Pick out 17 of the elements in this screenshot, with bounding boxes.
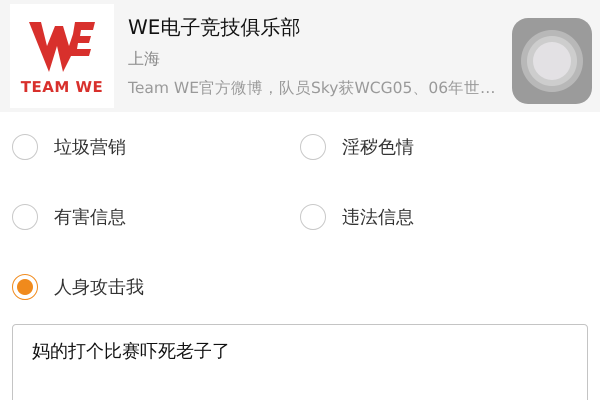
reason-option[interactable]: 淫秽色情	[300, 134, 588, 160]
account-name: WE电子竞技俱乐部	[128, 14, 302, 40]
account-location: 上海	[128, 48, 161, 70]
assistive-touch-button[interactable]	[512, 18, 592, 104]
radio-button[interactable]	[12, 134, 38, 160]
reason-option[interactable]: 有害信息	[12, 204, 300, 230]
radio-button[interactable]	[12, 204, 38, 230]
radio-button[interactable]	[12, 274, 38, 300]
circle-icon	[520, 29, 584, 93]
comment-field[interactable]: 妈的打个比赛吓死老子了	[12, 324, 588, 400]
radio-button[interactable]	[300, 204, 326, 230]
radio-button[interactable]	[300, 134, 326, 160]
reason-option[interactable]: 垃圾营销	[12, 134, 300, 160]
reason-option[interactable]: 违法信息	[300, 204, 588, 230]
account-description: Team WE官方微博，队员Sky获WCG05、06年世…	[128, 78, 496, 98]
reason-option[interactable]: 人身攻击我	[12, 274, 300, 300]
logo-text: TEAM WE	[20, 78, 104, 96]
